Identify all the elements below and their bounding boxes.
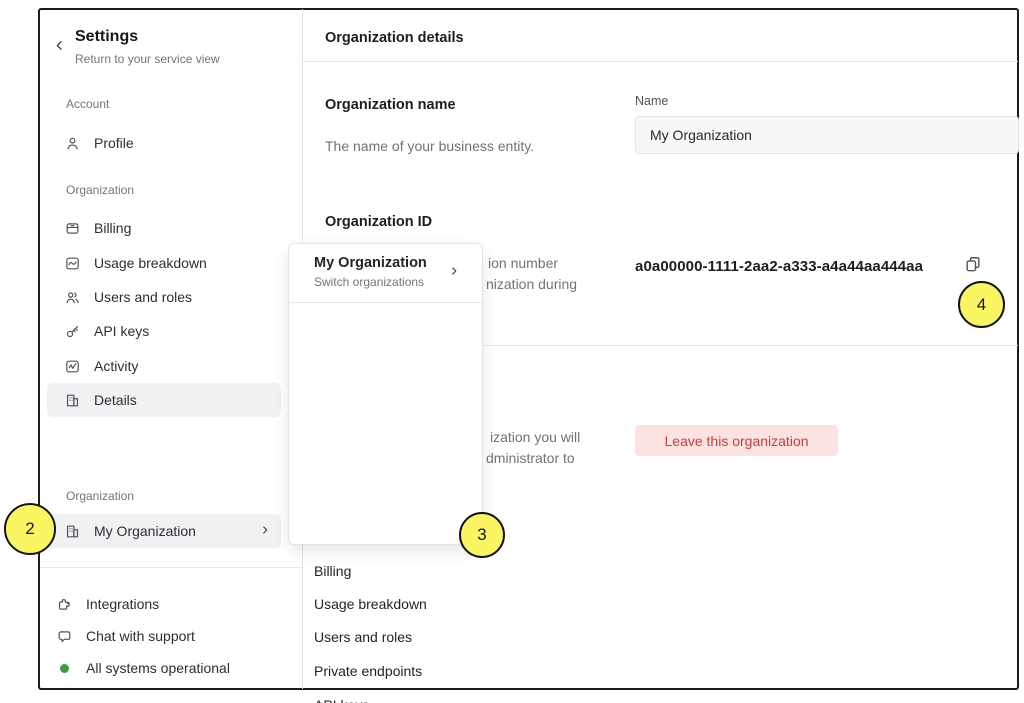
org-id-heading: Organization ID [325, 214, 432, 230]
status-dot-icon [56, 664, 73, 673]
activity-icon [64, 358, 81, 375]
sidebar-item-users-and-roles[interactable]: Users and roles [47, 280, 281, 314]
sidebar-item-chat-support[interactable]: Chat with support [56, 624, 286, 648]
sidebar-item-label: Users and roles [94, 289, 271, 305]
building-icon [64, 392, 81, 409]
callout-4: 4 [958, 281, 1005, 328]
sidebar-item-activity[interactable]: Activity [47, 349, 281, 383]
dropdown-item-api-keys[interactable]: API keys [289, 688, 482, 703]
org-name-heading: Organization name [325, 97, 456, 113]
sidebar-item-label: Chat with support [86, 628, 195, 644]
sidebar-item-api-keys[interactable]: API keys [47, 314, 281, 348]
sidebar-item-label: API keys [94, 323, 271, 339]
org-id-description-fragment: nization during [486, 276, 577, 292]
system-status[interactable]: All systems operational [56, 656, 286, 680]
sidebar-item-usage-breakdown[interactable]: Usage breakdown [47, 246, 281, 280]
sidebar-item-label: Details [94, 392, 271, 408]
callout-2: 2 [4, 503, 56, 555]
key-icon [64, 323, 81, 340]
dropdown-item-usage-breakdown[interactable]: Usage breakdown [289, 587, 482, 620]
sidebar-item-details[interactable]: Details [47, 383, 281, 417]
user-icon [64, 135, 81, 152]
sidebar-item-label: Integrations [86, 596, 159, 612]
billing-icon [64, 220, 81, 237]
organization-name-input[interactable] [635, 116, 1019, 154]
leave-description-fragment: dministrator to [486, 450, 575, 466]
sidebar-divider [40, 567, 302, 568]
organization-switcher-label: Organization [66, 489, 134, 503]
users-icon [64, 289, 81, 306]
dropdown-org-subtitle: Switch organizations [314, 275, 424, 289]
sidebar-item-label: Usage breakdown [94, 255, 271, 271]
sidebar-item-integrations[interactable]: Integrations [56, 592, 286, 616]
dropdown-item-private-endpoints[interactable]: Private endpoints [289, 654, 482, 687]
chat-icon [56, 628, 73, 645]
sidebar-item-profile[interactable]: Profile [47, 126, 281, 160]
organization-section-label: Organization [66, 183, 134, 197]
account-section-label: Account [66, 97, 109, 111]
leave-description-fragment: ization you will [490, 429, 580, 445]
chevron-right-icon [448, 264, 460, 282]
sidebar-item-label: Billing [94, 220, 271, 236]
usage-chart-icon [64, 255, 81, 272]
header-divider [303, 61, 1018, 62]
sidebar-item-label: My Organization [94, 523, 246, 539]
org-name-description: The name of your business entity. [325, 138, 534, 154]
sidebar-item-label: Activity [94, 358, 271, 374]
dropdown-item-billing[interactable]: Billing [289, 554, 482, 587]
dropdown-org-switcher[interactable]: My Organization Switch organizations [289, 244, 482, 302]
settings-title: Settings [75, 28, 138, 46]
sidebar-item-label: Profile [94, 135, 271, 151]
organization-dropdown-menu: My Organization Switch organizations Bil… [288, 243, 483, 545]
sidebar-item-billing[interactable]: Billing [47, 211, 281, 245]
dropdown-item-users-and-roles[interactable]: Users and roles [289, 620, 482, 653]
name-field-label: Name [635, 94, 668, 108]
leave-organization-button[interactable]: Leave this organization [635, 425, 838, 456]
org-id-description-fragment: ion number [488, 255, 558, 271]
status-label: All systems operational [86, 660, 230, 676]
copy-icon[interactable] [959, 250, 987, 278]
dropdown-org-title: My Organization [314, 255, 427, 271]
organization-id-value: a0a00000-1111-2aa2-a333-a4a44aa444aa [635, 258, 923, 275]
screenshot-page: Settings Return to your service view Acc… [0, 0, 1024, 703]
puzzle-icon [56, 596, 73, 613]
chevron-right-icon [259, 523, 271, 539]
back-chevron-icon[interactable] [53, 39, 66, 57]
callout-3: 3 [459, 512, 505, 558]
settings-subtitle[interactable]: Return to your service view [75, 52, 220, 66]
page-title: Organization details [325, 30, 464, 46]
dropdown-divider [289, 302, 482, 303]
sidebar-item-my-organization[interactable]: My Organization [47, 514, 281, 548]
building-icon [64, 523, 81, 540]
